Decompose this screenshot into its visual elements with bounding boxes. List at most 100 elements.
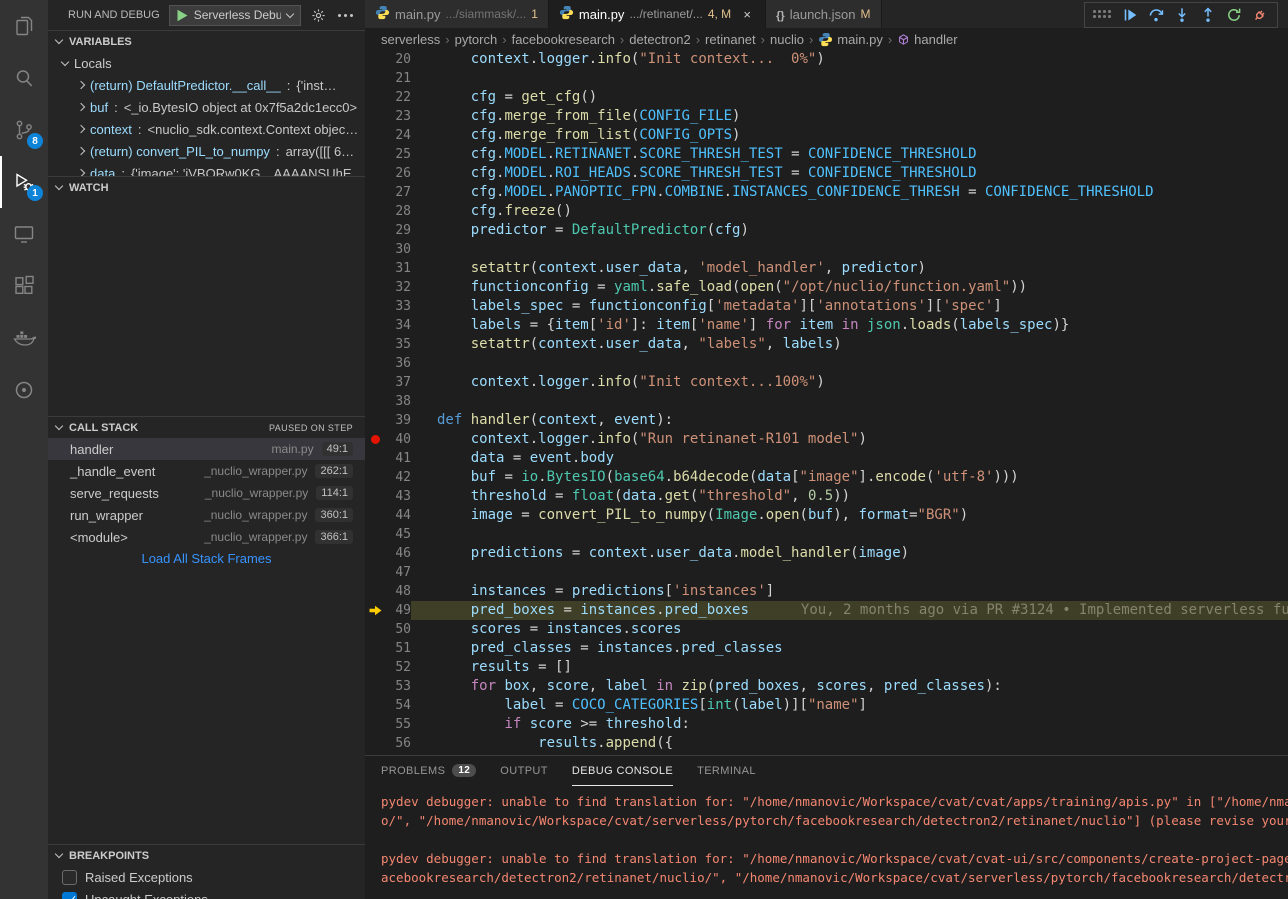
code-line[interactable]: 29 predictor = DefaultPredictor(cfg) bbox=[365, 221, 1288, 240]
code-line[interactable]: 34 labels = {item['id']: item['name'] fo… bbox=[365, 316, 1288, 335]
gutter-glyph[interactable] bbox=[365, 373, 385, 392]
gutter-glyph[interactable] bbox=[365, 734, 385, 753]
code-line[interactable]: 47 bbox=[365, 563, 1288, 582]
start-debugging-icon[interactable] bbox=[177, 9, 188, 22]
panel-tab-problems[interactable]: PROBLEMS12 bbox=[381, 756, 476, 786]
step-out-button[interactable] bbox=[1196, 3, 1220, 27]
code-line[interactable]: 31 setattr(context.user_data, 'model_han… bbox=[365, 259, 1288, 278]
code-line[interactable]: 48 instances = predictions['instances'] bbox=[365, 582, 1288, 601]
code-line[interactable]: 54 label = COCO_CATEGORIES[int(label)]["… bbox=[365, 696, 1288, 715]
code-line-text[interactable]: cfg.MODEL.ROI_HEADS.SCORE_THRESH_TEST = … bbox=[411, 164, 1288, 183]
code-line[interactable]: 49 pred_boxes = instances.pred_boxesYou,… bbox=[365, 601, 1288, 620]
gutter-glyph[interactable] bbox=[365, 677, 385, 696]
code-line[interactable]: 52 results = [] bbox=[365, 658, 1288, 677]
run-debug-icon[interactable]: 1 bbox=[0, 156, 48, 208]
code-line[interactable]: 30 bbox=[365, 240, 1288, 259]
variable-row[interactable]: context: <nuclio_sdk.context.Context obj… bbox=[48, 118, 365, 140]
code-line[interactable]: 46 predictions = context.user_data.model… bbox=[365, 544, 1288, 563]
stack-frame-row[interactable]: serve_requests_nuclio_wrapper.py114:1 bbox=[48, 482, 365, 504]
stack-frame-row[interactable]: run_wrapper_nuclio_wrapper.py360:1 bbox=[48, 504, 365, 526]
gutter-glyph[interactable] bbox=[365, 183, 385, 202]
code-line-text[interactable]: labels = {item['id']: item['name'] for i… bbox=[411, 316, 1288, 335]
code-line[interactable]: 45 bbox=[365, 525, 1288, 544]
code-line[interactable]: 55 if score >= threshold: bbox=[365, 715, 1288, 734]
search-icon[interactable] bbox=[0, 52, 48, 104]
gutter-glyph[interactable] bbox=[365, 696, 385, 715]
breakpoint-checkbox[interactable] bbox=[62, 870, 77, 885]
gutter-glyph[interactable] bbox=[365, 544, 385, 563]
code-line-text[interactable] bbox=[411, 240, 1288, 259]
stack-frame-row[interactable]: handlermain.py49:1 bbox=[48, 438, 365, 460]
gutter-glyph[interactable] bbox=[365, 221, 385, 240]
docker-icon[interactable] bbox=[0, 312, 48, 364]
source-control-icon[interactable]: 8 bbox=[0, 104, 48, 156]
code-line[interactable]: 32 functionconfig = yaml.safe_load(open(… bbox=[365, 278, 1288, 297]
code-line[interactable]: 28 cfg.freeze() bbox=[365, 202, 1288, 221]
stack-frame-row[interactable]: <module>_nuclio_wrapper.py366:1 bbox=[48, 526, 365, 548]
variable-row[interactable]: (return) DefaultPredictor.__call__: {'in… bbox=[48, 74, 365, 96]
gutter-glyph[interactable] bbox=[365, 468, 385, 487]
code-line[interactable]: 21 bbox=[365, 69, 1288, 88]
gutter-glyph[interactable] bbox=[365, 69, 385, 88]
disconnect-button[interactable] bbox=[1248, 3, 1272, 27]
variables-scope-row[interactable]: Locals bbox=[48, 52, 365, 74]
code-line[interactable]: 43 threshold = float(data.get("threshold… bbox=[365, 487, 1288, 506]
gutter-glyph[interactable] bbox=[365, 563, 385, 582]
code-line[interactable]: 40 context.logger.info("Run retinanet-R1… bbox=[365, 430, 1288, 449]
editor-tab[interactable]: main.py.../siammask/...1 bbox=[365, 0, 549, 28]
code-line-text[interactable]: setattr(context.user_data, 'model_handle… bbox=[411, 259, 1288, 278]
code-line[interactable]: 41 data = event.body bbox=[365, 449, 1288, 468]
gutter-glyph[interactable] bbox=[365, 411, 385, 430]
gutter-glyph[interactable] bbox=[365, 639, 385, 658]
code-line-text[interactable]: labels_spec = functionconfig['metadata']… bbox=[411, 297, 1288, 316]
remote-explorer-icon[interactable] bbox=[0, 208, 48, 260]
variable-row[interactable]: data: {'image': 'iVBORw0KG…AAAANSUhE… bbox=[48, 162, 365, 176]
panel-tab-terminal[interactable]: TERMINAL bbox=[697, 756, 756, 786]
gutter-glyph[interactable] bbox=[365, 506, 385, 525]
debug-config-dropdown[interactable]: Serverless Debu bbox=[169, 5, 301, 26]
code-line-text[interactable] bbox=[411, 69, 1288, 88]
code-line-text[interactable]: cfg.MODEL.RETINANET.SCORE_THRESH_TEST = … bbox=[411, 145, 1288, 164]
gutter-glyph[interactable] bbox=[365, 582, 385, 601]
gutter-glyph[interactable] bbox=[365, 715, 385, 734]
code-line[interactable]: 38 bbox=[365, 392, 1288, 411]
code-line-text[interactable]: instances = predictions['instances'] bbox=[411, 582, 1288, 601]
editor-tab[interactable]: main.py.../retinanet/...4, M× bbox=[549, 0, 766, 28]
code-line[interactable]: 20 context.logger.info("Init context... … bbox=[365, 50, 1288, 69]
panel-tab-output[interactable]: OUTPUT bbox=[500, 756, 548, 786]
code-line[interactable]: 36 bbox=[365, 354, 1288, 373]
code-line-text[interactable]: setattr(context.user_data, "labels", lab… bbox=[411, 335, 1288, 354]
load-all-stack-frames-link[interactable]: Load All Stack Frames bbox=[48, 548, 365, 570]
code-line-text[interactable]: predictor = DefaultPredictor(cfg) bbox=[411, 221, 1288, 240]
code-line[interactable]: 53 for box, score, label in zip(pred_box… bbox=[365, 677, 1288, 696]
gutter-glyph[interactable] bbox=[365, 88, 385, 107]
breadcrumb-item[interactable]: main.py bbox=[818, 32, 883, 47]
code-line[interactable]: 44 image = convert_PIL_to_numpy(Image.op… bbox=[365, 506, 1288, 525]
code-line-text[interactable] bbox=[411, 354, 1288, 373]
gutter-glyph[interactable] bbox=[365, 620, 385, 639]
gutter-glyph[interactable] bbox=[365, 487, 385, 506]
code-line[interactable]: 26 cfg.MODEL.ROI_HEADS.SCORE_THRESH_TEST… bbox=[365, 164, 1288, 183]
step-over-button[interactable] bbox=[1144, 3, 1168, 27]
code-line-text[interactable]: threshold = float(data.get("threshold", … bbox=[411, 487, 1288, 506]
gutter-glyph[interactable] bbox=[365, 354, 385, 373]
stack-frame-row[interactable]: _handle_event_nuclio_wrapper.py262:1 bbox=[48, 460, 365, 482]
breadcrumb-item[interactable]: facebookresearch bbox=[512, 32, 615, 47]
code-line[interactable]: 24 cfg.merge_from_list(CONFIG_OPTS) bbox=[365, 126, 1288, 145]
code-line[interactable]: 56 results.append({ bbox=[365, 734, 1288, 753]
gutter-glyph[interactable] bbox=[365, 297, 385, 316]
breakpoints-section-header[interactable]: BREAKPOINTS bbox=[48, 844, 365, 866]
step-into-button[interactable] bbox=[1170, 3, 1194, 27]
code-line-text[interactable]: context.logger.info("Run retinanet-R101 … bbox=[411, 430, 1288, 449]
code-line-text[interactable]: label = COCO_CATEGORIES[int(label)]["nam… bbox=[411, 696, 1288, 715]
gutter-glyph[interactable] bbox=[365, 278, 385, 297]
code-line-text[interactable]: image = convert_PIL_to_numpy(Image.open(… bbox=[411, 506, 1288, 525]
restart-button[interactable] bbox=[1222, 3, 1246, 27]
code-line-text[interactable]: context.logger.info("Init context...100%… bbox=[411, 373, 1288, 392]
editor-tab[interactable]: {}launch.jsonM bbox=[766, 0, 881, 28]
code-line[interactable]: 50 scores = instances.scores bbox=[365, 620, 1288, 639]
code-line-text[interactable]: functionconfig = yaml.safe_load(open("/o… bbox=[411, 278, 1288, 297]
code-line-text[interactable]: def handler(context, event): bbox=[411, 411, 1288, 430]
breakpoint-checkbox[interactable] bbox=[62, 892, 77, 899]
gutter-glyph[interactable] bbox=[365, 202, 385, 221]
